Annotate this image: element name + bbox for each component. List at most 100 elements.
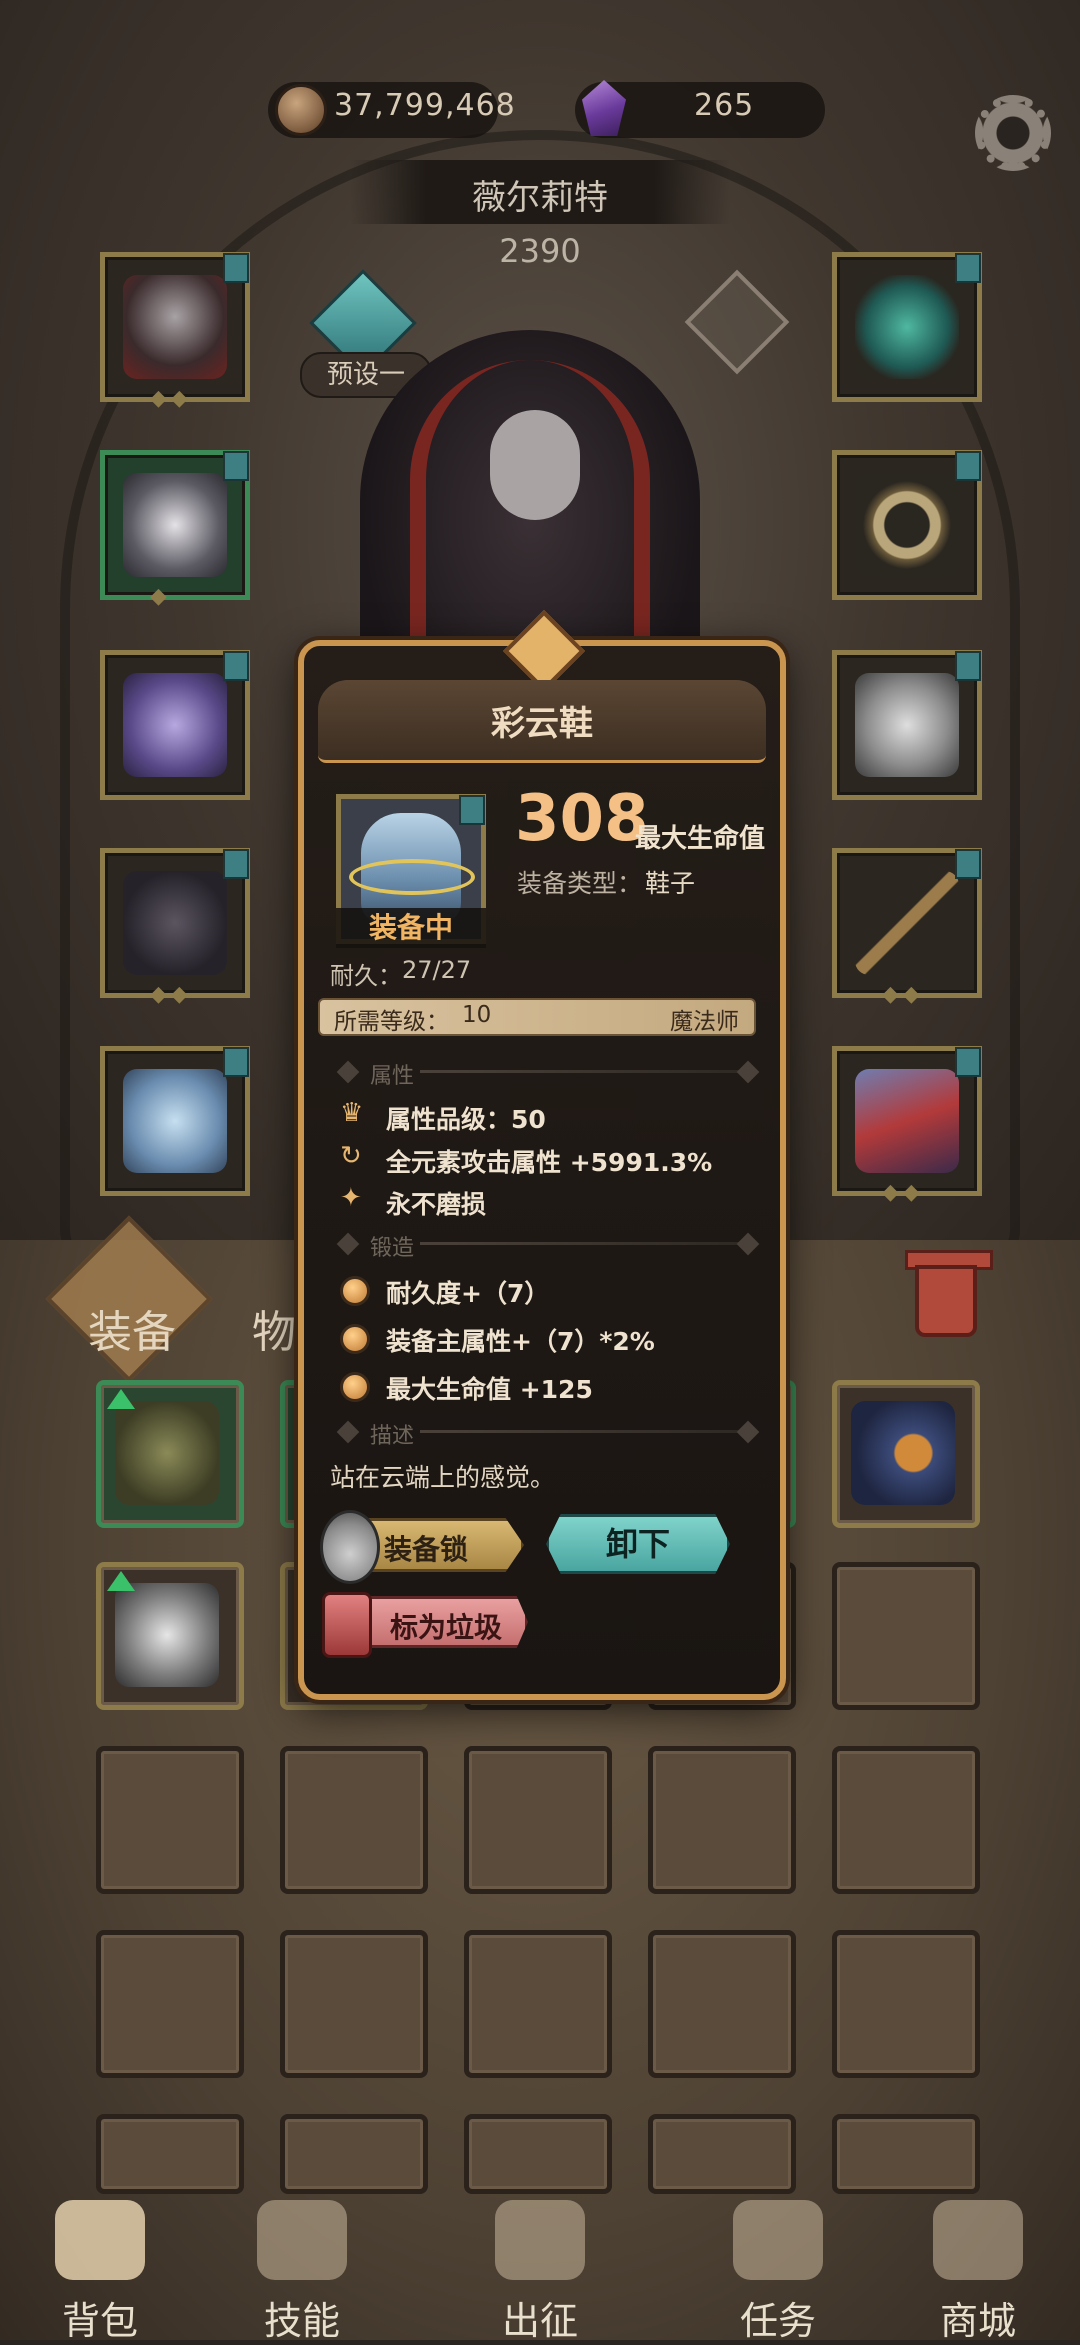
section-divider [420,1070,750,1073]
halo-ring [349,859,475,895]
equip-slot-legs[interactable]: ◆◆ [100,848,250,1007]
main-stat-name: 最大生命值 [635,824,766,854]
required-class: 魔法师 [670,1009,739,1035]
inventory-slot[interactable] [832,1562,980,1710]
set-tag-icon [223,253,249,283]
equip-slot-necklace[interactable] [832,252,982,402]
nav-skills[interactable]: 技能 [202,2180,402,2343]
set-tag-icon [955,253,981,283]
nav-shop-label: 商城 [939,2299,1016,2343]
equip-slot-weapon[interactable]: ◆◆ [832,848,982,1007]
nav-quests[interactable]: 任务 [678,2180,878,2343]
trash-can-icon[interactable] [915,1265,977,1337]
socket-icon: ◆◆ [882,1180,924,1205]
set-tag-icon [223,651,249,681]
inventory-slot[interactable] [464,1746,612,1894]
forge-line: 最大生命值 +125 [386,1375,593,1404]
armored-boots-icon [115,1401,219,1505]
inventory-slot[interactable] [464,1930,612,2078]
skill-book-icon [257,2200,347,2280]
equip-slot-boots[interactable] [100,1046,250,1196]
attribute-line: 属性品级：50 [386,1105,546,1134]
item-title: 彩云鞋 [491,704,593,744]
required-level-value: 10 [462,1002,492,1028]
attributes-header: 属性 [370,1064,415,1089]
inventory-slot[interactable] [648,1746,796,1894]
spellbook-icon [855,1069,959,1173]
set-tag-icon [223,849,249,879]
nav-expedition[interactable]: 出征 [440,2180,640,2343]
inventory-slot[interactable] [96,1380,244,1528]
character-name: 薇尔莉特 [472,178,608,218]
gem-amount: 265 [694,88,755,123]
equip-type-label: 装备类型： [517,869,643,898]
inventory-slot[interactable] [280,1930,428,2078]
forge-header: 锻造 [370,1236,415,1261]
inventory-slot[interactable] [96,1930,244,2078]
inventory-slot[interactable] [832,1380,980,1528]
dark-pants-icon [123,871,227,975]
equip-slot-shoulder[interactable] [832,650,982,800]
gauntlet-icon [115,1583,219,1687]
nav-backpack[interactable]: 背包 [0,2180,200,2343]
forge-orb-icon [340,1276,370,1306]
bottom-navigation: 背包 技能 出征 任务 商城 [0,2180,1080,2343]
set-tag-icon [955,451,981,481]
frill-armor-icon [123,473,227,577]
lock-equipment-label: 装备锁 [384,1533,469,1566]
ruby-ring-icon [855,473,959,577]
equipped-badge: 装备中 [336,908,486,948]
settings-gear-icon[interactable] [975,95,1051,171]
upgrade-arrow-icon [107,1389,135,1409]
set-tag-icon [223,1047,249,1077]
attribute-line: 永不磨损 [386,1190,487,1219]
nav-backpack-label: 背包 [61,2299,138,2343]
backpack-icon [55,2200,145,2280]
equip-slot-chest[interactable]: ◆ [100,450,250,609]
sword-icon [495,2200,585,2280]
inventory-slot[interactable] [832,1746,980,1894]
upgrade-arrow-icon [107,1571,135,1591]
durability-label: 耐久： [330,962,402,990]
section-divider [420,1430,750,1433]
inventory-slot[interactable] [96,1746,244,1894]
set-tag-icon [955,651,981,681]
equip-slot-offhand[interactable]: ◆◆ [832,1046,982,1205]
inventory-slot[interactable] [832,1930,980,2078]
equip-slot-cloak[interactable] [100,650,250,800]
socket-icon: ◆◆ [150,386,192,411]
orb-book-icon [851,1401,955,1505]
set-tag-icon [459,795,485,825]
main-stat-value: 308 [515,782,649,856]
equip-slot-helmet[interactable]: ◆◆ [100,252,250,411]
durability-value: 27/27 [402,956,472,984]
nav-expedition-label: 出征 [501,2299,578,2343]
crown-icon: ♛ [340,1098,364,1128]
sparkle-icon: ✦ [340,1183,362,1213]
inventory-slot[interactable] [96,1562,244,1710]
nav-skills-label: 技能 [263,2299,340,2343]
equip-type-value: 鞋子 [645,869,696,898]
required-level-label: 所需等级： [334,1009,449,1035]
equip-slot-ring[interactable] [832,450,982,600]
feather-shoulder-icon [855,673,959,777]
staff-icon [855,871,959,975]
forge-orb-icon [340,1324,370,1354]
cycle-icon: ↻ [340,1141,362,1171]
attribute-line: 全元素攻击属性 +5991.3% [386,1148,713,1177]
nav-shop[interactable]: 商城 [878,2180,1078,2343]
description-header: 描述 [370,1424,415,1449]
forge-orb-icon [340,1372,370,1402]
socket-icon: ◆◆ [150,982,192,1007]
shop-icon [933,2200,1023,2280]
section-divider [420,1242,750,1245]
amulet-icon [855,275,959,379]
unequip-button[interactable]: 卸下 [546,1514,730,1574]
nav-quests-label: 任务 [739,2299,816,2343]
socket-icon: ◆◆ [882,982,924,1007]
socket-icon: ◆ [150,584,171,609]
inventory-slot[interactable] [280,1746,428,1894]
tab-equipment[interactable]: 装备 [88,1296,176,1360]
inventory-slot[interactable] [648,1930,796,2078]
set-tag-icon [223,451,249,481]
